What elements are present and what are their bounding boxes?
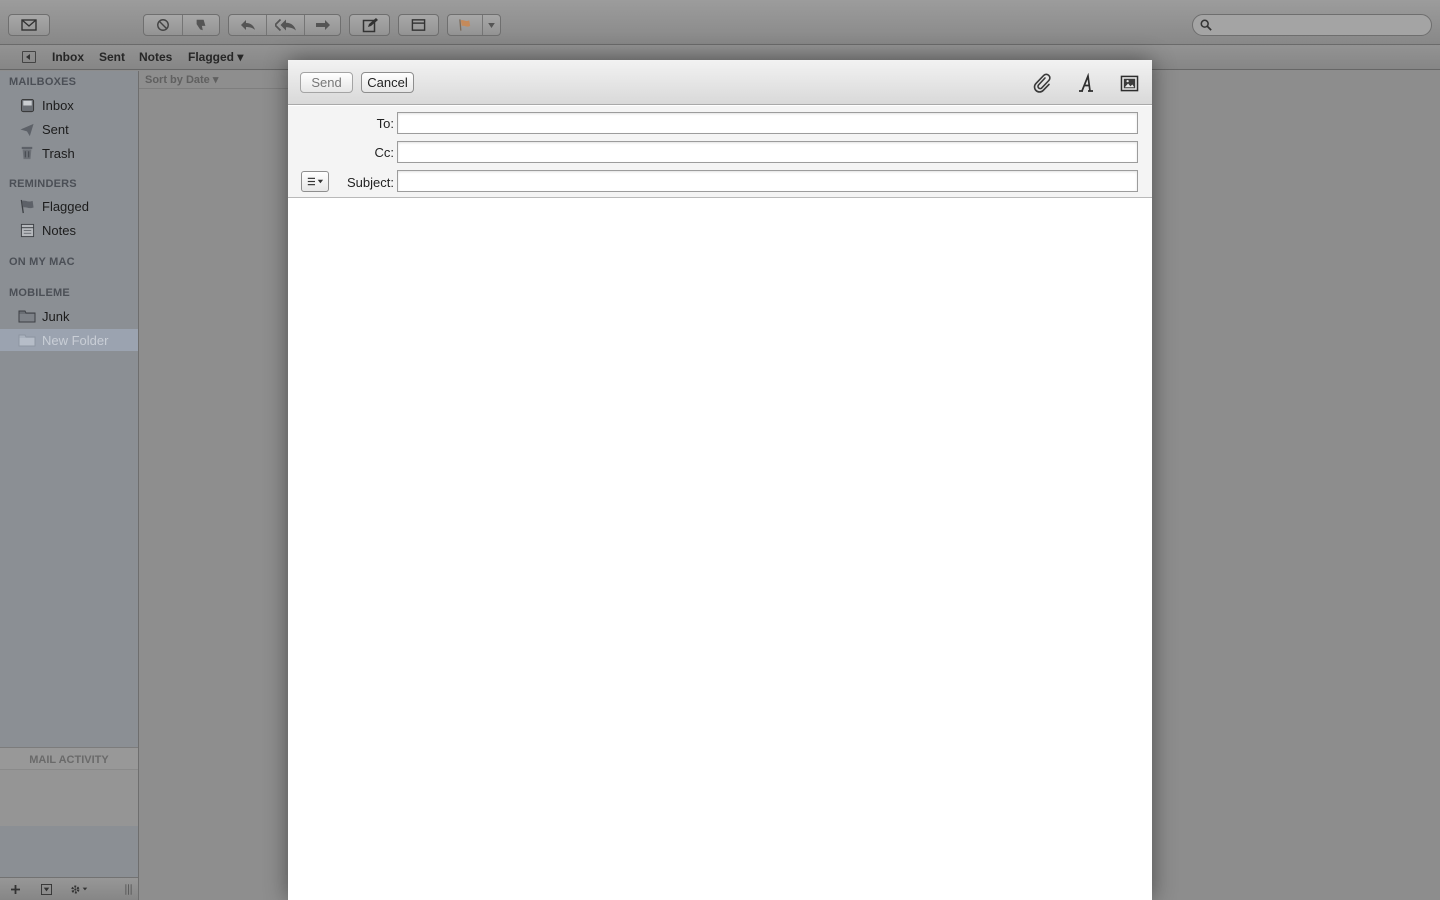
compose-window: Send Cancel To: Cc: Subject: <box>288 60 1152 900</box>
message-list: Sort by Date ▾ <box>139 71 289 900</box>
sidebar-item-notes[interactable]: Notes <box>0 219 138 241</box>
compose-button[interactable] <box>349 14 390 36</box>
message-body-editor[interactable] <box>288 199 1152 900</box>
reply-button[interactable] <box>229 15 266 35</box>
compose-toolbar: Send Cancel <box>288 60 1152 105</box>
sidebar-bottom-bar <box>0 877 138 900</box>
show-hide-activity-button[interactable] <box>36 881 56 898</box>
forward-icon <box>315 20 330 30</box>
sidebar-item-junk[interactable]: Junk <box>0 305 138 327</box>
header-fields-menu-button[interactable] <box>301 171 329 192</box>
sidebar-item-sent[interactable]: Sent <box>0 118 138 140</box>
action-menu-button[interactable] <box>66 881 92 898</box>
activity-toggle-icon <box>40 884 52 895</box>
section-mailboxes: MAILBOXES <box>9 76 77 88</box>
thumbs-down-icon <box>196 19 206 31</box>
sort-menu[interactable]: Sort by Date ▾ <box>139 71 289 89</box>
sidebar-item-inbox[interactable]: Inbox <box>0 94 138 116</box>
search-field[interactable] <box>1192 14 1432 36</box>
resize-handle-icon[interactable] <box>122 881 134 898</box>
cc-label: Cc: <box>374 145 395 160</box>
show-mailboxes-toggle[interactable] <box>22 51 36 63</box>
list-menu-icon <box>307 177 324 186</box>
photo-browser-icon[interactable] <box>1117 73 1141 93</box>
reply-group <box>228 14 341 36</box>
section-on-my-mac: ON MY MAC <box>9 256 75 268</box>
paper-plane-icon <box>18 121 36 137</box>
get-mail-button[interactable] <box>8 14 50 36</box>
favorite-sent[interactable]: Sent <box>99 50 125 64</box>
compose-header-fields: To: Cc: Subject: <box>288 106 1152 198</box>
reply-icon <box>240 20 255 30</box>
note-icon <box>411 19 426 31</box>
reply-all-icon <box>274 18 296 32</box>
inbox-tray-icon <box>18 97 36 113</box>
junk-button[interactable] <box>181 15 220 35</box>
flag-menu-button[interactable] <box>447 14 501 36</box>
cancel-button[interactable]: Cancel <box>361 72 414 93</box>
favorite-flagged[interactable]: Flagged ▾ <box>188 50 243 64</box>
fonts-icon[interactable] <box>1074 73 1098 93</box>
trash-can-icon <box>18 145 36 161</box>
cc-field[interactable] <box>397 141 1138 163</box>
delete-button[interactable] <box>144 15 182 35</box>
subject-label: Subject: <box>347 175 394 190</box>
gear-icon <box>71 885 88 894</box>
mail-activity-panel: MAIL ACTIVITY <box>0 747 138 826</box>
favorite-inbox[interactable]: Inbox <box>52 50 84 64</box>
main-toolbar <box>0 0 1440 45</box>
favorite-notes[interactable]: Notes <box>139 50 172 64</box>
paperclip-icon[interactable] <box>1030 73 1054 93</box>
delete-icon <box>156 19 169 31</box>
delete-junk-group <box>143 14 220 36</box>
mailbox-sidebar: MAILBOXES Inbox Sent Trash REMINDERS Fla… <box>0 71 139 900</box>
notepad-icon <box>18 222 36 238</box>
search-icon <box>1200 19 1212 31</box>
mail-activity-content <box>0 769 138 826</box>
compose-icon <box>362 18 378 33</box>
chevron-down-icon <box>488 22 495 28</box>
add-mailbox-button[interactable] <box>6 881 24 898</box>
flag-button[interactable] <box>448 15 482 35</box>
send-button[interactable]: Send <box>300 72 353 93</box>
forward-button[interactable] <box>304 15 340 35</box>
to-field[interactable] <box>397 112 1138 134</box>
sidebar-item-flagged[interactable]: Flagged <box>0 195 138 217</box>
plus-icon <box>10 885 20 894</box>
note-button[interactable] <box>398 14 439 36</box>
flag-icon <box>458 19 470 31</box>
section-reminders: REMINDERS <box>9 178 77 190</box>
mail-activity-title: MAIL ACTIVITY <box>29 754 109 766</box>
flag-icon <box>18 198 36 214</box>
flag-dropdown[interactable] <box>482 15 500 35</box>
to-label: To: <box>376 116 394 131</box>
envelope-icon <box>21 19 37 31</box>
section-mobileme: MOBILEME <box>9 287 70 299</box>
folder-icon <box>18 332 36 348</box>
reply-all-button[interactable] <box>266 15 304 35</box>
folder-icon <box>18 308 36 324</box>
sidebar-item-trash[interactable]: Trash <box>0 142 138 164</box>
subject-field[interactable] <box>397 170 1138 192</box>
sidebar-item-new-folder[interactable]: New Folder <box>0 329 138 351</box>
